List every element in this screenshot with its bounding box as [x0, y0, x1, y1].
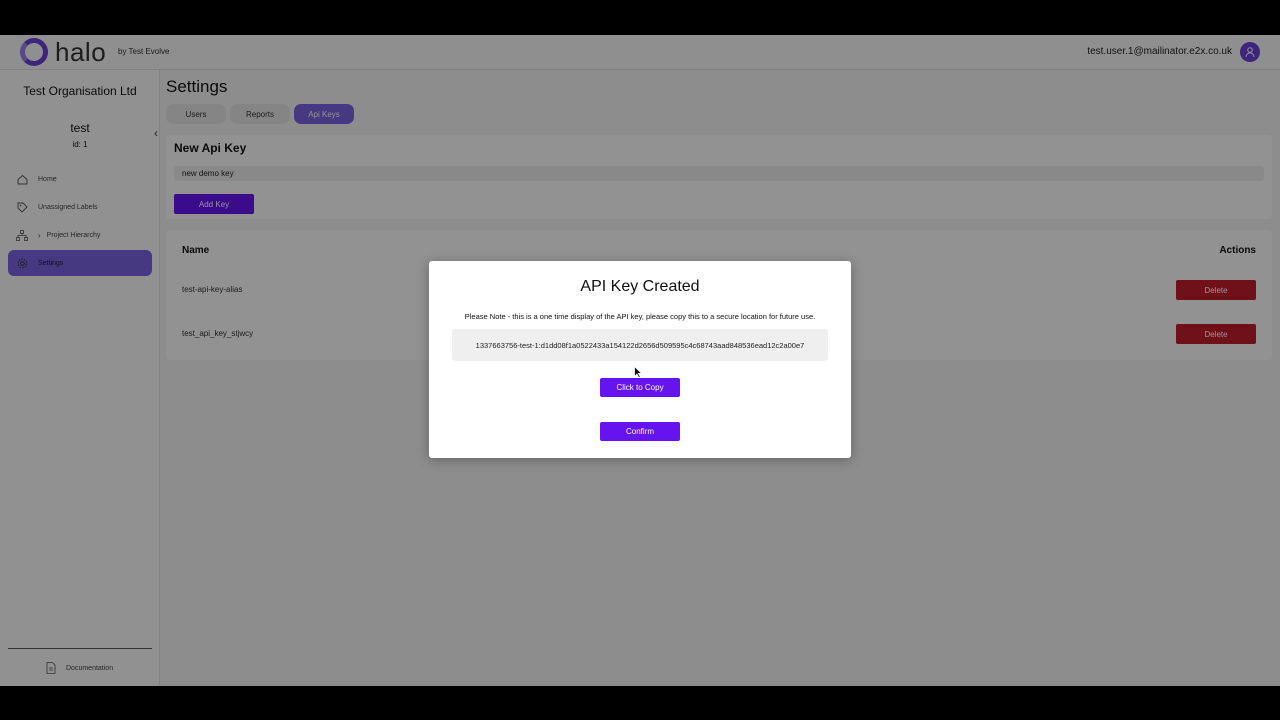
api-key-value[interactable]: 1337663756-test-1:d1dd08f1a0522433a15412…: [452, 329, 828, 361]
dialog-title: API Key Created: [580, 278, 700, 295]
dialog-note: Please Note - this is a one time display…: [464, 312, 816, 321]
mouse-pointer-icon: [634, 365, 643, 383]
api-key-created-dialog: API Key Created Please Note - this is a …: [429, 261, 851, 458]
confirm-button[interactable]: Confirm: [600, 422, 680, 441]
